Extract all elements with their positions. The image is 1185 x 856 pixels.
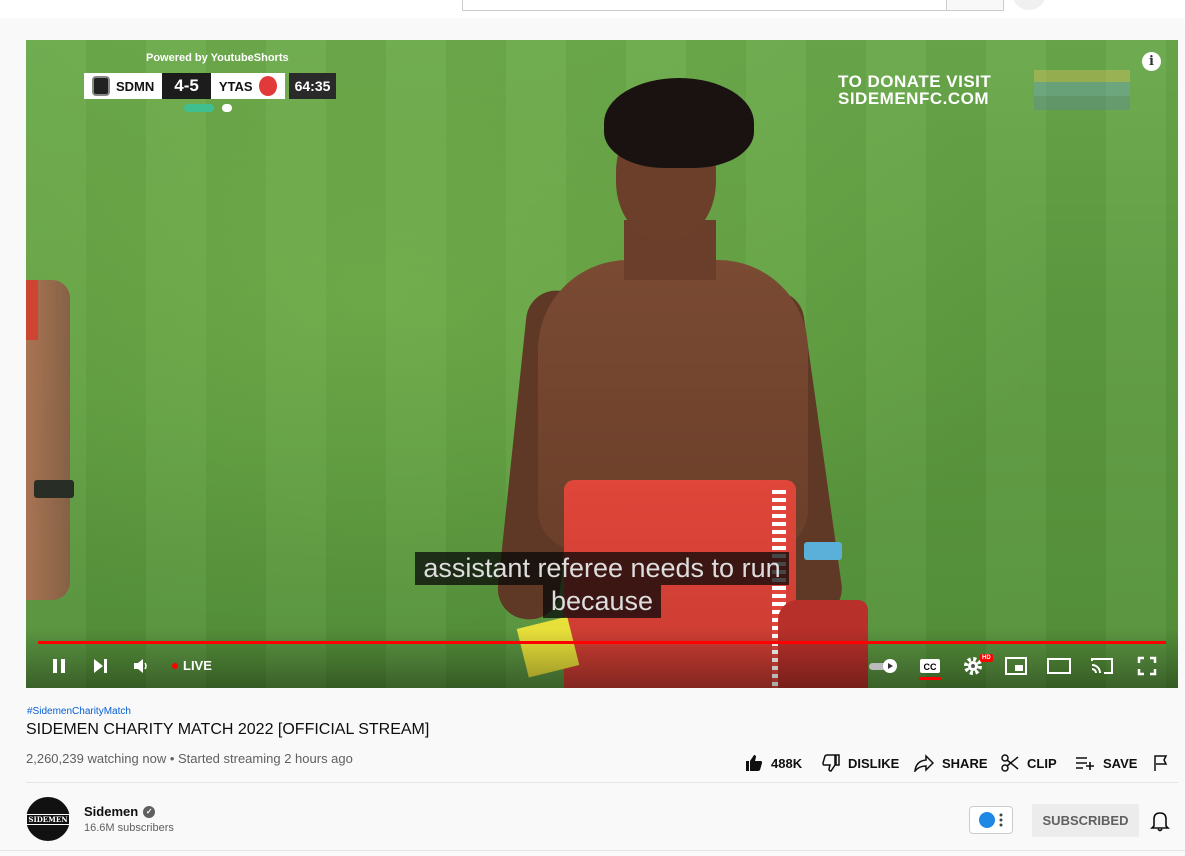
verified-icon: ✓ bbox=[143, 805, 156, 818]
match-clock: 64:35 bbox=[288, 73, 337, 99]
video-frame-watch bbox=[34, 480, 74, 498]
thumbs-down-icon bbox=[822, 754, 840, 772]
avatar-logo-text: SIDEMEN bbox=[26, 813, 70, 825]
video-meta: 2,260,239 watching now • Started streami… bbox=[26, 751, 353, 766]
captions-active-underline bbox=[919, 677, 941, 680]
scorebug: SDMN 4-5 YTAS 64:35 bbox=[84, 73, 337, 99]
pause-button[interactable] bbox=[46, 653, 72, 679]
caption-line-2: because bbox=[542, 585, 662, 618]
theater-mode-button[interactable] bbox=[1046, 653, 1072, 679]
caption-line-1: assistant referee needs to run bbox=[415, 552, 789, 585]
svg-text:CC: CC bbox=[924, 662, 937, 672]
share-label: SHARE bbox=[942, 755, 988, 771]
subscribe-button[interactable]: SUBSCRIBED bbox=[1032, 804, 1139, 837]
partner-logos bbox=[1034, 70, 1130, 110]
extension-button[interactable] bbox=[969, 806, 1013, 834]
video-frame-hair bbox=[604, 78, 754, 168]
miniplayer-icon bbox=[1005, 657, 1027, 675]
sponsor-logos bbox=[184, 104, 244, 114]
volume-icon bbox=[134, 659, 147, 673]
divider bbox=[26, 782, 1178, 783]
home-team-name: SDMN bbox=[116, 78, 155, 94]
channel-avatar[interactable]: SIDEMEN bbox=[26, 797, 70, 841]
cast-button[interactable] bbox=[1089, 653, 1115, 679]
sponsor-logo-icon bbox=[184, 104, 214, 112]
dislike-label: DISLIKE bbox=[848, 755, 900, 771]
donate-overlay: TO DONATE VISIT SIDEMENFC.COM bbox=[838, 73, 991, 107]
cast-icon bbox=[1091, 658, 1113, 674]
autoplay-toggle-icon bbox=[869, 659, 897, 673]
save-button[interactable]: SAVE bbox=[1075, 752, 1137, 774]
channel-name: Sidemen bbox=[84, 804, 139, 819]
flag-icon bbox=[1154, 755, 1168, 771]
clip-button[interactable]: CLIP bbox=[1001, 752, 1057, 774]
next-button[interactable] bbox=[88, 653, 112, 679]
video-frame-shirt bbox=[26, 280, 38, 340]
masthead bbox=[0, 0, 1185, 18]
more-vert-icon bbox=[999, 813, 1003, 827]
channel-name-link[interactable]: Sidemen ✓ bbox=[84, 804, 156, 819]
progress-bar[interactable] bbox=[38, 641, 1166, 644]
scissors-icon bbox=[1001, 754, 1019, 772]
video-title: SIDEMEN CHARITY MATCH 2022 [OFFICIAL STR… bbox=[26, 721, 430, 738]
miniplayer-button[interactable] bbox=[1003, 653, 1029, 679]
search-button[interactable] bbox=[946, 0, 1004, 11]
bell-icon bbox=[1150, 812, 1170, 832]
clip-label: CLIP bbox=[1027, 755, 1057, 771]
sponsor-logo-icon bbox=[222, 104, 232, 112]
live-dot-icon bbox=[172, 662, 178, 669]
divider bbox=[0, 850, 1185, 851]
search-input[interactable] bbox=[462, 0, 948, 11]
autoplay-toggle[interactable] bbox=[866, 653, 902, 679]
away-team: YTAS bbox=[210, 73, 285, 99]
video-player[interactable]: Powered by YoutubeShorts SDMN 4-5 YTAS 6… bbox=[26, 40, 1178, 688]
info-icon[interactable]: i bbox=[1142, 52, 1161, 71]
captions-button[interactable]: CC bbox=[916, 653, 944, 679]
like-button[interactable]: 488K bbox=[745, 752, 802, 774]
home-team: SDMN bbox=[84, 73, 163, 99]
share-icon bbox=[914, 754, 934, 772]
next-icon bbox=[94, 659, 107, 673]
playlist-add-icon bbox=[1076, 757, 1094, 770]
away-team-name: YTAS bbox=[218, 78, 253, 94]
live-indicator[interactable]: LIVE bbox=[172, 658, 212, 673]
score: 4-5 bbox=[162, 73, 211, 99]
save-label: SAVE bbox=[1103, 755, 1138, 771]
report-button[interactable] bbox=[1153, 752, 1169, 774]
extension-logo-icon bbox=[979, 812, 995, 828]
fullscreen-button[interactable] bbox=[1134, 653, 1160, 679]
live-label: LIVE bbox=[183, 658, 212, 673]
pause-icon bbox=[53, 659, 65, 673]
thumbs-up-icon bbox=[746, 755, 762, 771]
subscriber-count: 16.6M subscribers bbox=[84, 822, 174, 834]
sdmn-crest-icon bbox=[92, 76, 110, 96]
donate-line-1: TO DONATE VISIT bbox=[838, 72, 992, 91]
hashtag-link[interactable]: #SidemenCharityMatch bbox=[27, 706, 131, 717]
like-count: 488K bbox=[771, 755, 803, 771]
share-button[interactable]: SHARE bbox=[914, 752, 988, 774]
voice-search-button[interactable] bbox=[1012, 0, 1046, 10]
theater-mode-icon bbox=[1047, 658, 1071, 674]
captions: assistant referee needs to run because bbox=[26, 552, 1178, 618]
mute-button[interactable] bbox=[130, 653, 152, 679]
hd-badge: HD bbox=[980, 654, 993, 662]
notification-bell-button[interactable] bbox=[1150, 810, 1170, 832]
fullscreen-icon bbox=[1137, 656, 1157, 676]
powered-by-label: Powered by YoutubeShorts bbox=[146, 52, 289, 64]
dislike-button[interactable]: DISLIKE bbox=[822, 752, 899, 774]
captions-icon: CC bbox=[920, 659, 940, 673]
donate-line-2: SIDEMENFC.COM bbox=[838, 89, 989, 108]
ytas-crest-icon bbox=[258, 76, 277, 96]
